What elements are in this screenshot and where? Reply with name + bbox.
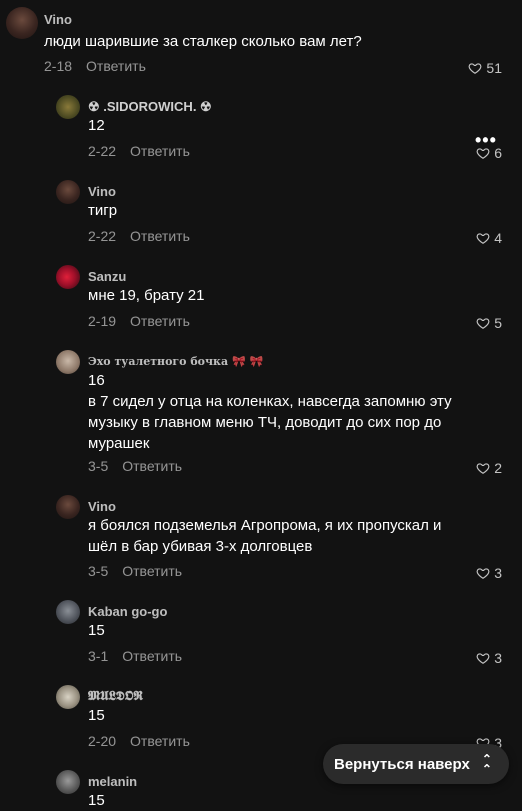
reply-comment: Vino я боялся подземелья Агропрома, я их… <box>0 495 522 595</box>
comment-text: 12 <box>88 117 105 134</box>
reply-comment: Vino тигр 2-22 Ответить 4 <box>0 180 522 260</box>
heart-icon <box>476 318 490 329</box>
reply-comment: Sanzu мне 19, брату 21 2-19 Ответить 5 <box>0 265 522 345</box>
comment-meta: 2-18 Ответить <box>44 58 146 74</box>
heart-icon <box>476 233 490 244</box>
comment-text: 15 <box>88 792 105 809</box>
reply-comment: Kaban go-go 15 3-1 Ответить 3 <box>0 600 522 680</box>
comment-meta: 2-20 Ответить <box>88 733 190 749</box>
comment-meta: 3-5 Ответить <box>88 563 182 579</box>
avatar[interactable] <box>56 770 80 794</box>
reply-comment: ☢ .SIDOROWICH. ☢ 12 2-22 Ответить 6 <box>0 95 522 175</box>
comment-author[interactable]: 𝕸𝖀𝕷𝕯𝕺𝕽 <box>88 689 143 704</box>
like-button[interactable]: 51 <box>468 60 502 76</box>
comment-text: мне 19, брату 21 <box>88 287 205 304</box>
avatar[interactable] <box>56 350 80 374</box>
comment-author[interactable]: Эхо туалетного бочка 🎀 🎀 <box>88 355 263 368</box>
comment-date: 3-5 <box>88 563 109 579</box>
comment-text: люди шарившие за сталкер сколько вам лет… <box>44 33 362 50</box>
comment-text: 15 <box>88 707 105 724</box>
comment-author[interactable]: Vino <box>88 184 116 199</box>
comment-meta: 2-19 Ответить <box>88 313 190 329</box>
back-to-top-button[interactable]: Вернуться наверх ⌃ ⌃ <box>323 744 509 784</box>
reply-button[interactable]: Ответить <box>130 313 190 329</box>
reply-button[interactable]: Ответить <box>130 733 190 749</box>
comment-date: 2-22 <box>88 143 117 159</box>
avatar[interactable] <box>6 7 38 39</box>
comment-author[interactable]: Kaban go-go <box>88 604 167 619</box>
avatar[interactable] <box>56 685 80 709</box>
reply-button[interactable]: Ответить <box>130 143 190 159</box>
reply-button[interactable]: Ответить <box>122 563 182 579</box>
comment-text: 16 в 7 сидел у отца на коленках, навсегд… <box>88 372 452 452</box>
avatar[interactable] <box>56 265 80 289</box>
comment-meta: 3-1 Ответить <box>88 648 182 664</box>
comment-date: 2-19 <box>88 313 117 329</box>
like-button[interactable]: 3 <box>476 565 502 581</box>
comment-date: 2-22 <box>88 228 117 244</box>
chevrons-up-icon: ⌃ ⌃ <box>481 752 492 776</box>
heart-icon <box>476 568 490 579</box>
comment-text: 15 <box>88 622 105 639</box>
like-button[interactable]: 4 <box>476 230 502 246</box>
reply-comment: Эхо туалетного бочка 🎀 🎀 16 в 7 сидел у … <box>0 350 522 490</box>
comment-author[interactable]: Vino <box>44 12 72 27</box>
comment-date: 3-5 <box>88 458 109 474</box>
like-count: 3 <box>494 565 502 581</box>
like-count: 2 <box>494 460 502 476</box>
comment-meta: 2-22 Ответить <box>88 228 190 244</box>
comment-date: 2-20 <box>88 733 117 749</box>
comment-text: тигр <box>88 202 118 219</box>
avatar[interactable] <box>56 95 80 119</box>
reply-button[interactable]: Ответить <box>86 58 146 74</box>
comment-author[interactable]: melanin <box>88 774 137 789</box>
like-button[interactable]: 3 <box>476 650 502 666</box>
like-count: 3 <box>494 650 502 666</box>
avatar[interactable] <box>56 495 80 519</box>
more-dots-icon[interactable]: ••• <box>475 130 497 151</box>
like-button[interactable]: 2 <box>476 460 502 476</box>
like-count: 5 <box>494 315 502 331</box>
comment-author[interactable]: ☢ .SIDOROWICH. ☢ <box>88 99 212 115</box>
reply-button[interactable]: Ответить <box>130 228 190 244</box>
comment-meta: 3-5 Ответить <box>88 458 182 474</box>
reply-button[interactable]: Ответить <box>122 458 182 474</box>
comment-meta: 2-22 Ответить <box>88 143 190 159</box>
heart-icon <box>476 463 490 474</box>
heart-icon <box>469 63 482 74</box>
like-count: 4 <box>494 230 502 246</box>
like-button[interactable]: 5 <box>476 315 502 331</box>
avatar[interactable] <box>56 600 80 624</box>
reply-button[interactable]: Ответить <box>122 648 182 664</box>
like-count: 51 <box>486 60 502 76</box>
comment: Vino люди шарившие за сталкер сколько ва… <box>0 0 522 90</box>
comment-date: 3-1 <box>88 648 109 664</box>
avatar[interactable] <box>56 180 80 204</box>
comment-text: я боялся подземелья Агропрома, я их проп… <box>88 517 442 555</box>
comment-author[interactable]: Vino <box>88 499 116 514</box>
heart-icon <box>476 653 490 664</box>
comment-date: 2-18 <box>44 58 73 74</box>
comment-author[interactable]: Sanzu <box>88 269 126 284</box>
back-to-top-label: Вернуться наверх <box>334 755 470 773</box>
